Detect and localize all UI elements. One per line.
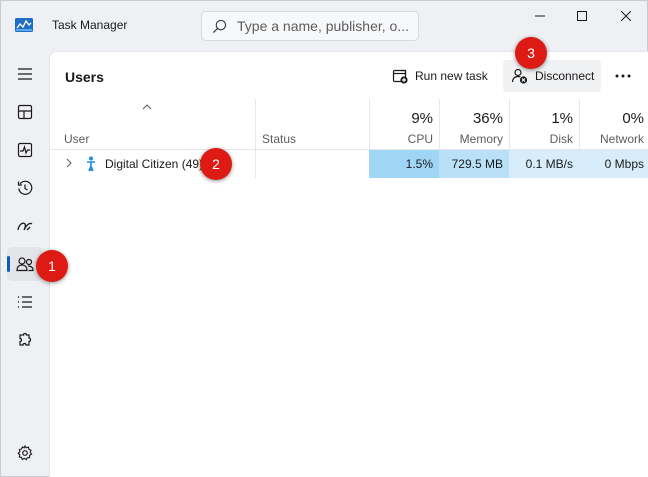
user-column-label: User <box>64 132 90 146</box>
minimize-button[interactable] <box>517 1 563 31</box>
close-button[interactable] <box>603 1 648 31</box>
disk-total-percent: 1% <box>551 110 573 127</box>
more-options-button[interactable] <box>608 60 638 92</box>
run-new-task-icon <box>392 69 408 84</box>
hamburger-icon <box>18 68 32 80</box>
nav-item-app-history[interactable] <box>7 171 43 205</box>
maximize-button[interactable] <box>559 1 605 31</box>
startup-speedometer-icon <box>17 222 33 231</box>
maximize-icon <box>577 11 587 21</box>
column-header-disk[interactable]: 1% Disk <box>509 99 579 150</box>
status-cell <box>255 150 369 178</box>
nav-item-processes[interactable] <box>7 95 43 129</box>
nav-item-performance[interactable] <box>7 133 43 167</box>
cpu-cell: 1.5% <box>369 150 439 178</box>
task-manager-app-icon <box>15 18 33 32</box>
table-row[interactable]: Digital Citizen (49) 1.5% 729.5 MB 0.1 M… <box>50 150 648 178</box>
disconnect-button[interactable]: Disconnect <box>503 60 601 92</box>
memory-cell: 729.5 MB <box>439 150 509 178</box>
nav-item-services[interactable] <box>7 323 43 357</box>
details-list-icon <box>18 296 32 308</box>
nav-item-settings[interactable] <box>7 436 43 470</box>
history-icon <box>17 180 33 195</box>
disk-cell: 0.1 MB/s <box>509 150 579 178</box>
network-column-label: Network <box>599 132 644 146</box>
minimize-icon <box>535 15 545 17</box>
nav-item-startup-apps[interactable] <box>7 209 43 243</box>
page-title: Users <box>65 69 104 85</box>
disconnect-user-icon <box>511 68 528 84</box>
hamburger-menu-button[interactable] <box>7 57 43 91</box>
task-manager-window: Task Manager Type a name, publisher, o..… <box>0 0 648 477</box>
processes-icon <box>17 104 33 120</box>
table-header: User Status 9% CPU 36% Memory 1% Disk 0%… <box>50 99 648 150</box>
callout-badge-3: 3 <box>515 37 547 69</box>
column-header-network[interactable]: 0% Network <box>579 99 648 150</box>
expand-chevron-icon[interactable] <box>66 158 72 168</box>
column-header-memory[interactable]: 36% Memory <box>439 99 509 150</box>
column-header-status[interactable]: Status <box>255 99 369 150</box>
network-total-percent: 0% <box>622 110 644 127</box>
search-icon <box>212 19 227 34</box>
disk-column-label: Disk <box>549 132 573 146</box>
services-puzzle-icon <box>19 332 32 346</box>
nav-item-details[interactable] <box>7 285 43 319</box>
status-column-label: Status <box>262 132 297 146</box>
app-title: Task Manager <box>52 18 128 32</box>
memory-column-label: Memory <box>459 132 503 146</box>
title-bar: Task Manager <box>1 1 647 51</box>
cpu-total-percent: 9% <box>411 110 433 127</box>
run-new-task-button[interactable]: Run new task <box>384 60 494 92</box>
disconnect-label: Disconnect <box>535 69 595 83</box>
callout-badge-1: 1 <box>36 250 68 282</box>
performance-icon <box>17 142 33 158</box>
user-person-icon <box>87 156 95 172</box>
network-cell: 0 Mbps <box>579 150 648 178</box>
cpu-column-label: CPU <box>407 132 433 146</box>
search-box[interactable] <box>201 11 419 41</box>
users-panel: Users Run new task Disconnect User Statu… <box>49 51 648 477</box>
close-icon <box>621 11 631 21</box>
more-options-icon <box>615 74 631 78</box>
users-icon <box>16 257 34 272</box>
active-nav-indicator <box>7 256 10 272</box>
sort-ascending-icon <box>142 104 152 110</box>
column-header-cpu[interactable]: 9% CPU <box>369 99 439 150</box>
search-input[interactable] <box>237 16 413 36</box>
gear-icon <box>17 445 33 461</box>
memory-total-percent: 36% <box>472 110 503 127</box>
run-new-task-label: Run new task <box>415 69 488 83</box>
user-name: Digital Citizen (49) <box>105 157 204 171</box>
column-header-user[interactable]: User <box>50 99 255 150</box>
callout-badge-2: 2 <box>200 148 232 180</box>
